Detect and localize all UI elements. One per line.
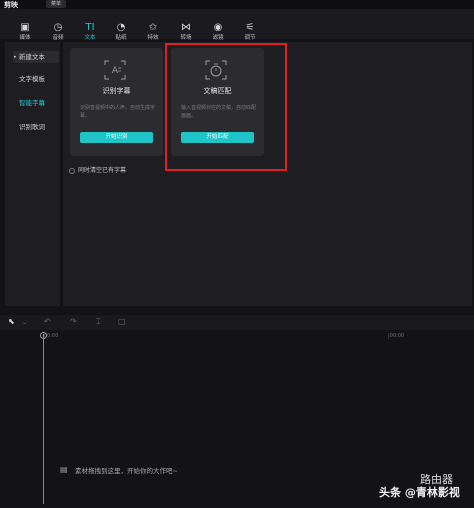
tool-label: 音频	[52, 35, 64, 41]
text-sidebar: • 新建文本 文字模板 智能字幕 识别歌词	[5, 42, 60, 306]
tool-label: 媒体	[19, 35, 31, 41]
film-icon: ▤	[60, 465, 68, 474]
adjust-icon: ⚟	[245, 22, 255, 33]
sidebar-item-new-text[interactable]: • 新建文本	[13, 51, 59, 63]
tool-label: 文本	[84, 35, 96, 41]
start-recognize-button[interactable]: 开始识别	[80, 132, 153, 143]
clear-subtitles-option[interactable]: 同时清空已有字幕	[69, 165, 126, 174]
ruler-label: |00:00	[388, 333, 405, 339]
select-cursor-icon[interactable]: ⬉	[8, 317, 15, 326]
tool-effects[interactable]: ✩ 特效	[140, 22, 166, 42]
drop-hint: 素材拖拽到这里，开始你的大作吧~	[75, 467, 178, 475]
split-icon[interactable]: ⌶	[96, 317, 101, 327]
sidebar-item-smart-subtitle[interactable]: 智能字幕	[19, 97, 65, 109]
card-title: 识别字幕	[102, 87, 131, 95]
tool-label: 调节	[244, 35, 256, 41]
tool-transition[interactable]: ⋈ 转场	[173, 22, 199, 42]
watermark-text: 头条 @青林影视	[379, 486, 460, 499]
tool-audio[interactable]: ◷ 音频	[45, 22, 71, 42]
timeline-area[interactable]	[0, 331, 474, 508]
timeline-toolbar: ⬉ ⌄ ↶ ↷ ⌶ ▢	[0, 315, 474, 330]
tool-label: 滤镜	[212, 35, 224, 41]
card-description: 识别音视频中的人声，自动生成字幕。	[80, 105, 156, 119]
media-icon: ▣	[20, 22, 30, 33]
sidebar-item-text-template[interactable]: 文字模板	[19, 73, 65, 85]
undo-icon[interactable]: ↶	[44, 317, 51, 326]
sidebar-item-lyrics[interactable]: 识别歌词	[19, 121, 65, 133]
audio-icon: ◷	[53, 22, 63, 33]
tool-adjust[interactable]: ⚟ 调节	[237, 22, 263, 42]
tool-media[interactable]: ▣ 媒体	[12, 22, 38, 42]
chevron-down-icon[interactable]: ⌄	[22, 319, 27, 326]
redo-icon[interactable]: ↷	[70, 317, 77, 326]
sticker-icon: ◔	[116, 22, 126, 33]
highlight-box	[165, 43, 287, 171]
title-bar: 剪映 菜单	[0, 0, 474, 9]
transition-icon: ⋈	[181, 22, 191, 33]
filter-icon: ◉	[213, 22, 223, 33]
menu-button[interactable]: 菜单	[46, 0, 66, 8]
tool-label: 贴纸	[115, 35, 127, 41]
text-icon: TI	[85, 22, 95, 33]
card-recognize-subtitle: A 识别字幕 识别音视频中的人声，自动生成字幕。 开始识别	[70, 48, 163, 156]
tool-text[interactable]: TI 文本	[77, 22, 103, 42]
checkbox[interactable]	[69, 167, 75, 174]
tool-filter[interactable]: ◉ 滤镜	[205, 22, 231, 42]
checkbox-label: 同时清空已有字幕	[78, 167, 127, 174]
delete-icon[interactable]: ▢	[118, 317, 126, 326]
subtitle-recognize-icon: A	[104, 60, 126, 80]
tool-label: 转场	[180, 35, 192, 41]
toolbar: ▣ 媒体 ◷ 音频 TI 文本 ◔ 贴纸 ✩ 特效 ⋈ 转场 ◉ 滤镜 ⚟ 调节	[0, 9, 474, 42]
tool-sticker[interactable]: ◔ 贴纸	[108, 22, 134, 42]
svg-text:A: A	[112, 66, 119, 76]
tool-label: 特效	[147, 35, 159, 41]
playhead[interactable]	[43, 334, 44, 504]
effects-icon: ✩	[148, 22, 158, 33]
